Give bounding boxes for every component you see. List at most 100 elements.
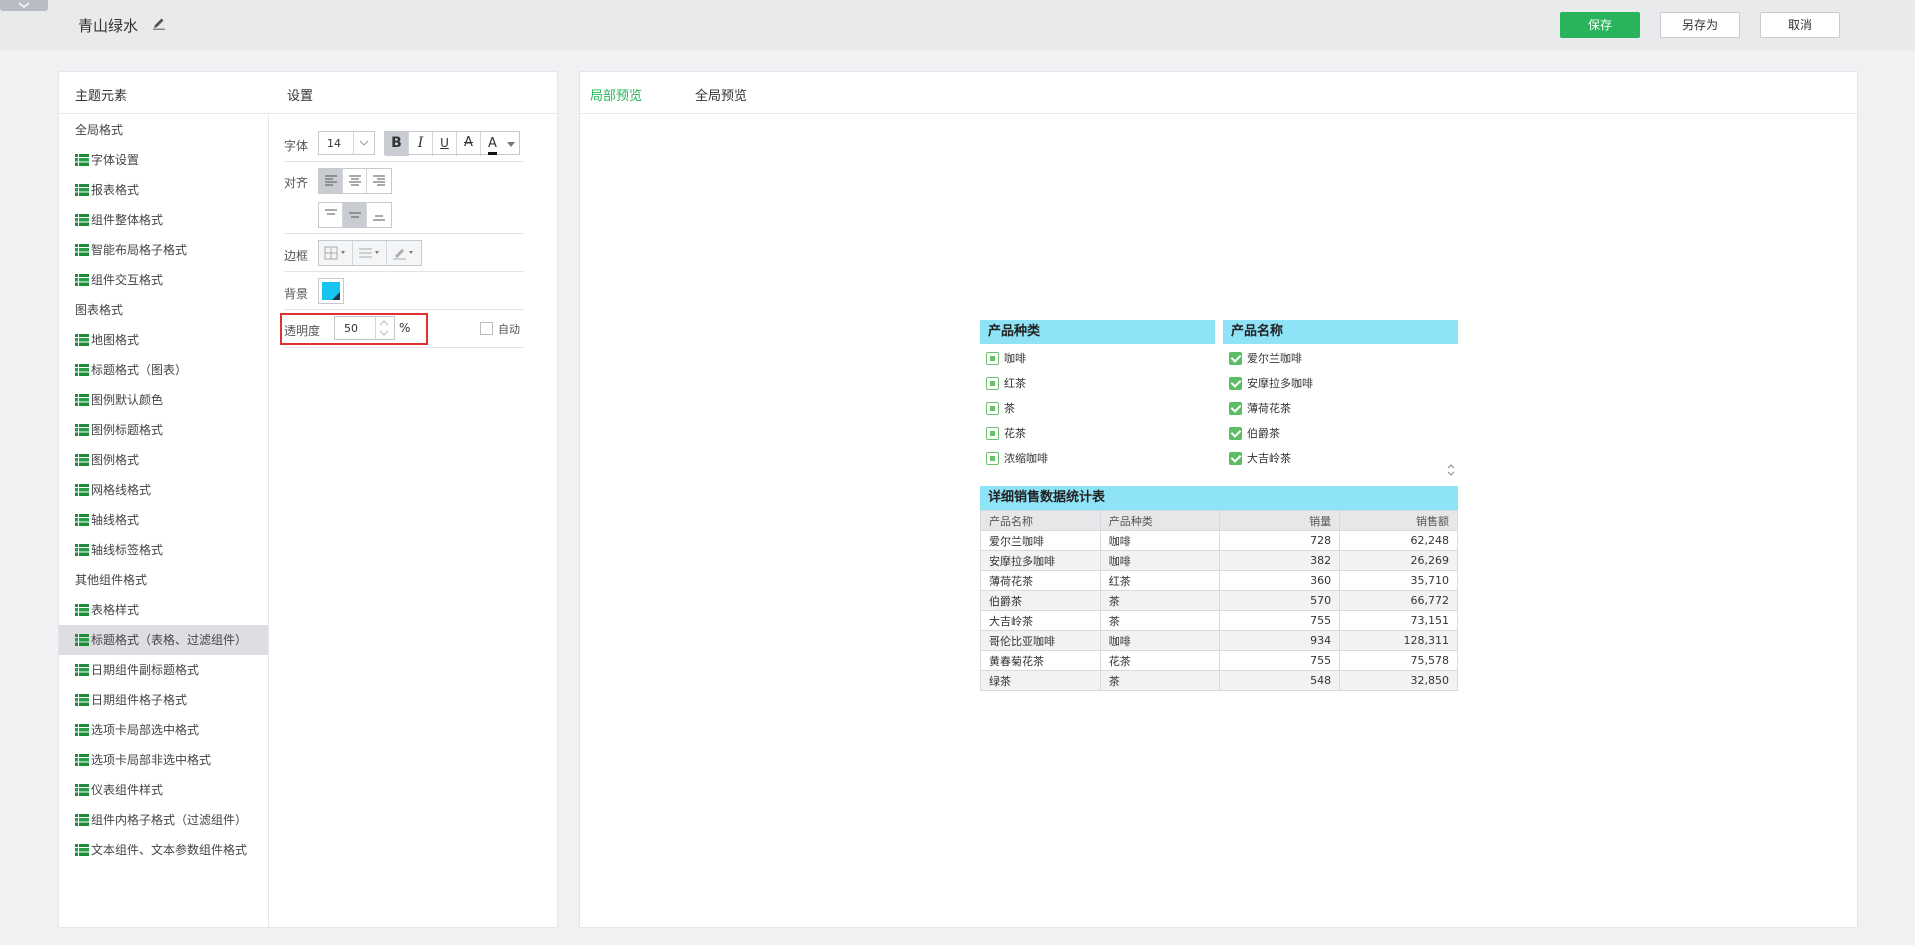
filter-option[interactable]: 大吉岭茶 — [1223, 446, 1458, 471]
filter-option[interactable]: 伯爵茶 — [1223, 421, 1458, 446]
tree-item[interactable]: 图例标题格式 — [59, 415, 268, 445]
tree-item[interactable]: 表格样式 — [59, 595, 268, 625]
filter-option[interactable]: 咖啡 — [980, 346, 1215, 371]
checkbox-partial-icon[interactable] — [986, 427, 999, 440]
checkbox-checked-icon[interactable] — [1229, 452, 1242, 465]
tree-item[interactable]: 轴线标签格式 — [59, 535, 268, 565]
strikethrough-button[interactable]: A — [457, 132, 481, 156]
tree-item[interactable]: 标题格式（表格、过滤组件） — [59, 625, 268, 655]
font-size-select[interactable]: 14 — [318, 131, 375, 155]
column-header[interactable]: 产品名称 — [980, 510, 1101, 531]
table-cell: 茶 — [1099, 610, 1221, 631]
font-color-button[interactable]: A — [481, 132, 519, 156]
tree-item[interactable]: 网格线格式 — [59, 475, 268, 505]
tree-item[interactable]: 地图格式 — [59, 325, 268, 355]
filter-option-label: 咖啡 — [1004, 352, 1026, 365]
align-right-button[interactable] — [367, 169, 391, 193]
line-style-icon — [358, 248, 379, 258]
column-header[interactable]: 销量 — [1219, 510, 1341, 531]
tree-item[interactable]: 选项卡局部非选中格式 — [59, 745, 268, 775]
filter-option[interactable]: 薄荷花茶 — [1223, 396, 1458, 421]
align-center-button[interactable] — [343, 169, 367, 193]
align-middle-button[interactable] — [343, 203, 367, 227]
tree-item[interactable]: 图例格式 — [59, 445, 268, 475]
align-middle-icon — [348, 212, 361, 218]
filter-option[interactable]: 红茶 — [980, 371, 1215, 396]
tree-item[interactable]: 智能布局格子格式 — [59, 235, 268, 265]
auto-checkbox[interactable] — [480, 322, 493, 335]
table-icon — [75, 634, 89, 646]
table-icon — [75, 214, 89, 226]
tree-item[interactable]: 日期组件格子格式 — [59, 685, 268, 715]
checkbox-partial-icon[interactable] — [986, 402, 999, 415]
filter-option[interactable]: 浓缩咖啡 — [980, 446, 1215, 471]
tree-item[interactable]: 日期组件副标题格式 — [59, 655, 268, 685]
tree-item[interactable]: 选项卡局部选中格式 — [59, 715, 268, 745]
checkbox-partial-icon[interactable] — [986, 352, 999, 365]
checkbox-checked-icon[interactable] — [1229, 352, 1242, 365]
checkbox-partial-icon[interactable] — [986, 377, 999, 390]
highlight-box — [280, 313, 428, 345]
table-row: 爱尔兰咖啡 咖啡 728 62,248 — [980, 530, 1458, 551]
tree-item[interactable]: 文本组件、文本参数组件格式 — [59, 835, 268, 865]
filter-option[interactable]: 爱尔兰咖啡 — [1223, 346, 1458, 371]
tree-item[interactable]: 图例默认颜色 — [59, 385, 268, 415]
column-header[interactable]: 销售额 — [1339, 510, 1458, 531]
checkbox-checked-icon[interactable] — [1229, 427, 1242, 440]
pencil-icon[interactable] — [152, 16, 166, 30]
border-line-button[interactable] — [353, 241, 387, 265]
background-color-swatch[interactable] — [318, 278, 344, 304]
align-bottom-button[interactable] — [367, 203, 391, 227]
table-cell: 128,311 — [1339, 630, 1458, 651]
filter-option[interactable]: 安摩拉多咖啡 — [1223, 371, 1458, 396]
tab-local-preview[interactable]: 局部预览 — [590, 85, 642, 104]
tree-group[interactable]: 全局格式 — [59, 115, 268, 145]
underline-button[interactable]: U — [433, 132, 457, 156]
column-header[interactable]: 产品种类 — [1099, 510, 1221, 531]
filter-option-label: 浓缩咖啡 — [1004, 452, 1048, 465]
table-icon — [75, 394, 89, 406]
tree-item[interactable]: 组件整体格式 — [59, 205, 268, 235]
tree-item[interactable]: 轴线格式 — [59, 505, 268, 535]
checkbox-checked-icon[interactable] — [1229, 377, 1242, 390]
tree-item[interactable]: 报表格式 — [59, 175, 268, 205]
checkbox-checked-icon[interactable] — [1229, 402, 1242, 415]
tree-item[interactable]: 标题格式（图表） — [59, 355, 268, 385]
scroll-arrows-icon[interactable] — [1447, 463, 1455, 477]
tree-item[interactable]: 仪表组件样式 — [59, 775, 268, 805]
border-color-button[interactable] — [387, 241, 421, 265]
save-button[interactable]: 保存 — [1560, 12, 1640, 38]
table-row: 安摩拉多咖啡 咖啡 382 26,269 — [980, 550, 1458, 571]
filter-title: 产品名称 — [1223, 320, 1458, 344]
table-cell: 爱尔兰咖啡 — [980, 530, 1101, 551]
tree-group[interactable]: 其他组件格式 — [59, 565, 268, 595]
italic-button[interactable]: I — [409, 132, 433, 156]
border-style-button[interactable] — [319, 241, 353, 265]
checkbox-partial-icon[interactable] — [986, 452, 999, 465]
tree-group[interactable]: 图表格式 — [59, 295, 268, 325]
table-cell: 73,151 — [1339, 610, 1458, 631]
align-top-button[interactable] — [319, 203, 343, 227]
save-as-button[interactable]: 另存为 — [1660, 12, 1740, 38]
tab-global-preview[interactable]: 全局预览 — [695, 85, 747, 104]
tree-item-label: 日期组件格子格式 — [91, 693, 188, 707]
theme-element-tree: 全局格式 字体设置 报表格式 组件整体格式 智能布局格子格式 组件交互格式 图表格式 地图格式… — [59, 115, 269, 927]
align-left-button[interactable] — [319, 169, 343, 193]
tree-item[interactable]: 字体设置 — [59, 145, 268, 175]
filter-option[interactable]: 花茶 — [980, 421, 1215, 446]
table-cell: 755 — [1219, 650, 1341, 671]
bold-button[interactable]: B — [385, 132, 409, 156]
cancel-button[interactable]: 取消 — [1760, 12, 1840, 38]
filter-option[interactable]: 茶 — [980, 396, 1215, 421]
table-cell: 360 — [1219, 570, 1341, 591]
tree-item[interactable]: 组件交互格式 — [59, 265, 268, 295]
theme-elements-heading: 主题元素 — [75, 89, 128, 104]
tree-item[interactable]: 组件内格子格式（过滤组件） — [59, 805, 268, 835]
table-cell: 咖啡 — [1099, 550, 1221, 571]
collapse-toggle[interactable] — [0, 0, 48, 11]
data-table: 产品名称 产品种类 销量 销售额 爱尔兰咖啡 咖啡 728 62,248 安摩拉多咖啡 咖啡 38… — [980, 510, 1458, 691]
table-row: 薄荷花茶 红茶 360 35,710 — [980, 570, 1458, 591]
background-label: 背景 — [284, 287, 309, 301]
vertical-align-row — [284, 202, 524, 228]
pen-color-icon — [393, 249, 413, 260]
